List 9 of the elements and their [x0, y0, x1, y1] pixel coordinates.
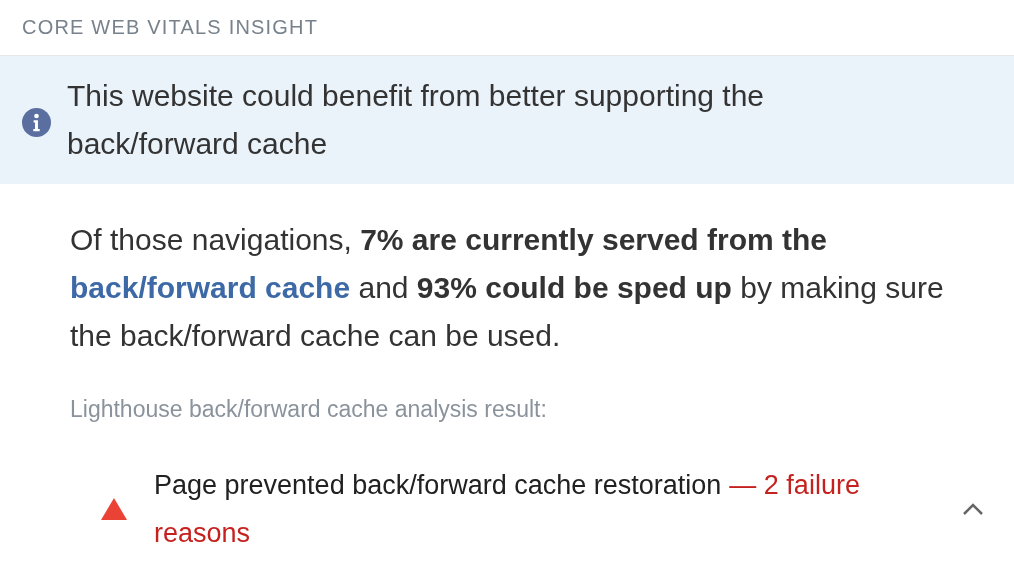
fail-triangle-icon	[100, 497, 128, 521]
insight-message: This website could benefit from better supporting the back/forward cache	[67, 78, 766, 162]
chevron-up-icon[interactable]	[962, 502, 984, 516]
info-icon	[22, 107, 51, 137]
section-title: CORE WEB VITALS INSIGHT	[22, 16, 319, 39]
cache-link[interactable]: back/forward cache	[70, 271, 351, 304]
summary-text: Of those navigations, 7% are currently served from the back/forward cache and 93% could be sped up by making sure the back/forward cache can be used.	[69, 222, 945, 354]
audit-title: Page prevented back/forward cache restoration — 2 failure reasons	[154, 469, 861, 550]
analysis-label: Lighthouse back/forward cache analysis result:	[69, 395, 548, 423]
